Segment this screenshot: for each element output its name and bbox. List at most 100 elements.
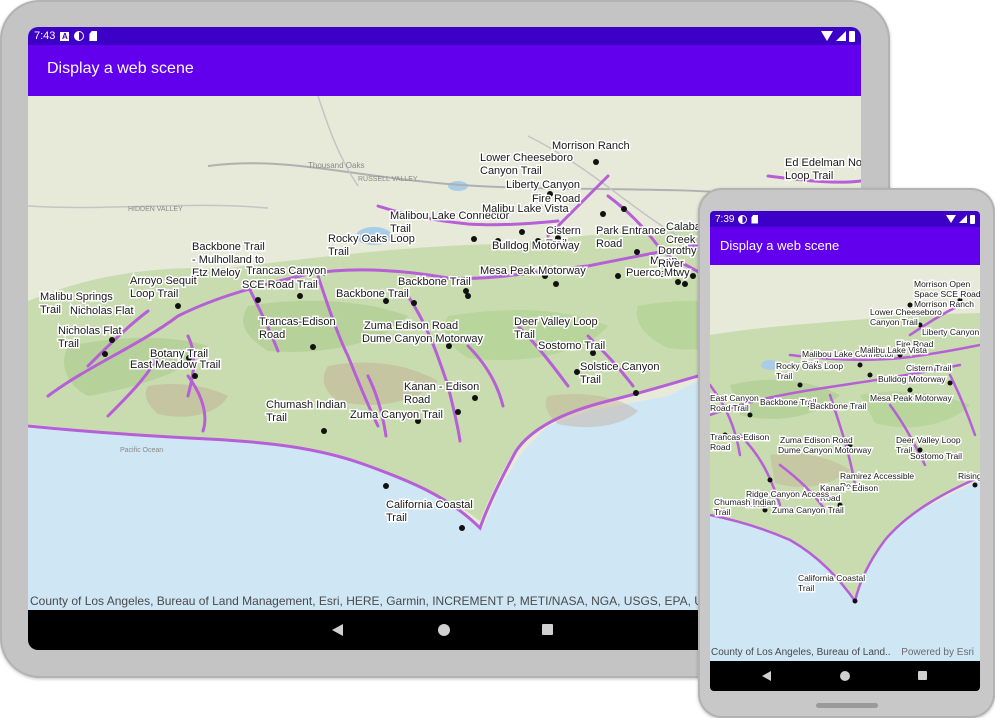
trail-label-line: Road [596,238,622,250]
back-icon[interactable] [762,671,771,681]
trail-label: Liberty Canyon [922,327,979,337]
home-indicator[interactable] [816,703,878,708]
powered-by-esri-link[interactable]: Powered by Esri [901,647,974,658]
trail-label-line: Dorothy [658,245,697,257]
wifi-icon [946,215,956,223]
trail-label-line: California Coastal [386,499,473,511]
trail-label-line: Trail [266,412,287,424]
battery-icon [849,30,855,42]
home-icon[interactable] [840,671,850,681]
trail-label: Zuma Edison Road [780,435,853,445]
trail-label: Morrison Open Space SCE Road Morrison Ranc… [914,279,980,309]
phone-screen: 7:39 Display a web scene Morrison Open S… [710,211,980,691]
home-icon[interactable] [438,624,450,636]
trail-label: Backbone Trail [398,276,471,288]
trail-label: Sostomo Trail [538,340,605,352]
trail-label-line: Road [710,442,731,452]
trail-label-line: Sostomo Trail [538,340,605,352]
trail-label-line: Trancas-Edison [710,432,769,442]
trail-label: Liberty Canyon [506,179,580,191]
status-time: 7:39 [715,213,735,225]
trail-label-line: Calaba [666,221,702,233]
notification-a-icon: A [60,31,70,41]
trail-label-line: Nicholas Flat [58,325,122,337]
phone-device-frame: 7:39 Display a web scene Morrison Open S… [698,188,995,718]
trail-label-line: Canyon Trail [870,317,918,327]
trail-label-line: Trancas-Edison [259,316,336,328]
trail-label-line: Dume Canyon Motorway [778,445,872,455]
trail-label-line: Trail [798,583,814,593]
trail-label: Backbone Trail [810,401,866,411]
trail-label: Cistern Trail [906,363,951,373]
trail-label-line: Lower Cheeseboro [870,307,942,317]
trail-label-line: Rocky Oaks Loop [776,361,843,371]
trail-label-line: Trail [58,338,79,350]
geo-label: Thousand Oaks [308,161,364,170]
trail-label-line: Zuma Canyon Trail [772,505,844,515]
trail-label-line: Backbone Trail [810,401,866,411]
trail-label-line: Mesa Peak Motorway [480,265,586,277]
trail-label: Mesa Peak Motorway [870,393,952,403]
recents-icon[interactable] [542,624,553,635]
notification-half-circle-icon [738,214,748,224]
trail-label-line: Deer Valley Loop [896,435,961,445]
back-icon[interactable] [332,624,343,636]
map-attribution: County of Los Angeles, Bureau of Land... [711,647,891,658]
trail-label-line: Deer Valley Loop [514,316,598,328]
trail-label: Backbone Trail [760,397,816,407]
trail-label-line: Trail [386,512,407,524]
tablet-status-bar: 7:43 A [28,27,861,45]
trail-label: Bulldog Motorway [492,240,580,252]
trail-label-line: Mesa Peak Motorway [870,393,952,403]
trail-label-line: Backbone Trail [192,241,265,253]
trail-label: Trancas Canyon [246,265,326,277]
trail-label: Puerco Mtwy [626,267,690,279]
trail-label: Bulldog Motorway [878,374,946,384]
trail-label-line: East Meadow Trail [130,359,220,371]
trail-label-line: Malibu Springs [40,291,113,303]
trail-label-line: Road [259,329,285,341]
trail-label: Malibu Lake Vista [482,203,570,215]
trail-label-line: California Coastal [798,573,865,583]
geo-label: RUSSELL VALLEY [358,176,418,183]
trail-label: Morrison Ranch [552,140,630,152]
notification-sd-card-icon [89,31,98,41]
trail-label-line: Malibu Lake Vista [482,203,570,215]
app-title: Display a web scene [720,238,840,253]
trail-label-line: Ed Edelman No [785,157,861,169]
trail-label-line: Trail [776,371,792,381]
trail-label-line: Zuma Edison Road [364,320,458,332]
trail-label-line: Malibu Lake Vista [860,345,927,355]
trail-label-line: Bulldog Motorway [878,374,946,384]
trail-label-line: Road Trail [710,403,749,413]
trail-label-line: Zuma Edison Road [780,435,853,445]
trail-label: Zuma Canyon Trail [350,409,443,421]
trail-label-line: Arroyo Sequit [130,275,197,287]
trail-label-line: Cistern Trail [906,363,951,373]
trail-label-line: Rising Sun Tr [958,471,980,481]
trail-label-line: Lower Cheeseboro [480,152,573,164]
trail-label-line: Liberty Canyon [506,179,580,191]
trail-label-line: SCE Road Trail [242,279,318,291]
trail-label-line: East Canyon [710,393,759,403]
scene-map[interactable]: Morrison Open Space SCE Road Morrison Ranc… [710,265,980,661]
trail-label: Malibu Lake Vista [860,345,927,355]
trail-label-line: Nicholas Flat [70,305,134,317]
trail-label-line: Canyon Trail [480,165,542,177]
trail-label-line: Space SCE Road [914,289,980,299]
trail-label-line: Road [404,394,430,406]
phone-app-bar: Display a web scene [710,227,980,265]
trail-label-line: Loop Trail [130,288,178,300]
recents-icon[interactable] [918,671,927,680]
app-title: Display a web scene [47,60,194,77]
signal-icon [959,215,967,223]
status-time: 7:43 [34,30,56,42]
trail-label: Mesa Peak Motorway [480,265,586,277]
trail-label: Sostomo Trail [910,451,962,461]
notification-sd-card-icon [751,214,759,224]
trail-label-line: Sostomo Trail [910,451,962,461]
trail-label-line: Puerco Mtwy [626,267,690,279]
trail-label-line: Trail [714,507,730,517]
trail-label-line: Backbone Trail [336,288,409,300]
scene-view[interactable]: Morrison Open Space SCE Road Morrison Ranc… [710,265,980,661]
